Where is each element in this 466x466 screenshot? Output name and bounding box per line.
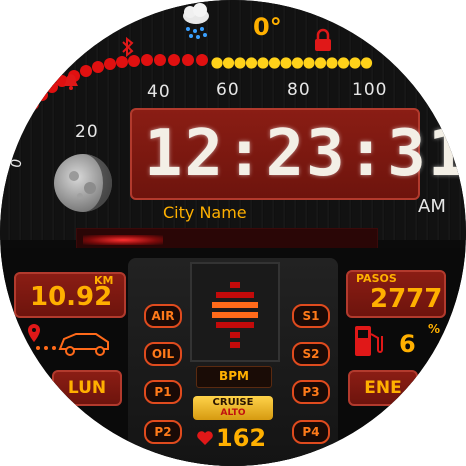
led-yellow-dot — [257, 57, 269, 69]
scale-20: 20 — [75, 122, 99, 142]
led-yellow-group — [211, 57, 373, 69]
led-red-dot — [5, 145, 15, 155]
bpm-panel: BPM — [196, 366, 272, 388]
led-yellow-dot — [303, 57, 315, 69]
led-red-dot — [80, 65, 92, 77]
month-panel: ENE — [348, 370, 418, 406]
time-display: 12:23:31 — [144, 117, 466, 191]
led-yellow-dot — [234, 57, 246, 69]
fuel-value: 6 — [399, 330, 416, 358]
p1-button[interactable]: P1 — [144, 380, 182, 404]
bpm-value: 162 — [216, 424, 267, 452]
led-yellow-dot — [349, 57, 361, 69]
led-yellow-dot — [222, 57, 235, 69]
watch-face: 0° 0 20 40 60 80 100 12:23:31 AM City Na… — [0, 0, 466, 466]
heart-icon — [197, 431, 213, 445]
day-label: LUN — [67, 378, 107, 398]
month-label: ENE — [364, 378, 402, 398]
led-yellow-dot — [326, 57, 338, 69]
moon-phase-icon — [54, 154, 112, 212]
alarm-bell-icon — [64, 74, 78, 90]
cruise-badge[interactable]: CRUISE ALTO — [193, 396, 273, 420]
steps-panel: PASOS 2777 — [346, 270, 446, 318]
led-yellow-dot — [291, 57, 304, 69]
led-yellow-dot — [268, 57, 281, 69]
time-panel: 12:23:31 — [130, 108, 466, 200]
led-red-dot — [14, 121, 24, 131]
bpm-label: BPM — [219, 369, 249, 383]
scale-60: 60 — [216, 80, 240, 100]
led-yellow-dot — [245, 57, 258, 69]
fuel-pump-icon — [355, 326, 383, 356]
led-yellow-dot — [360, 57, 373, 69]
led-yellow-dot — [314, 57, 327, 69]
led-red-dot — [36, 89, 48, 101]
distance-panel: KM 10.92 — [14, 272, 126, 318]
led-yellow-dot — [280, 57, 292, 69]
led-red-dot — [92, 61, 104, 73]
air-button[interactable]: AIR — [144, 304, 182, 328]
lock-icon — [315, 28, 331, 51]
led-yellow-dot — [337, 57, 350, 69]
led-red-dot — [27, 98, 39, 110]
cruise-label: CRUISE — [212, 397, 254, 408]
led-red-dot — [104, 58, 116, 70]
temperature: 0° — [253, 13, 282, 41]
scale-100: 100 — [352, 80, 388, 100]
led-red-dot — [21, 110, 31, 120]
s1-button[interactable]: S1 — [292, 304, 330, 328]
distance-value: 10.92 — [30, 282, 113, 312]
route-car-icon — [28, 324, 109, 356]
led-red-dot — [141, 54, 153, 66]
scale-40: 40 — [147, 82, 171, 102]
scale-80: 80 — [287, 80, 311, 100]
cruise-mode: ALTO — [220, 408, 246, 418]
fuel-unit: % — [428, 322, 441, 336]
day-panel: LUN — [52, 370, 122, 406]
led-red-dot — [182, 54, 194, 66]
oil-button[interactable]: OIL — [144, 342, 182, 366]
am-pm: AM — [418, 196, 446, 217]
led-red-dot — [46, 81, 58, 93]
p3-button[interactable]: P3 — [292, 380, 330, 404]
bluetooth-icon — [122, 36, 134, 58]
p2-button[interactable]: P2 — [144, 420, 182, 444]
p4-button[interactable]: P4 — [292, 420, 330, 444]
cloud-rain-icon — [183, 3, 209, 39]
s2-button[interactable]: S2 — [292, 342, 330, 366]
led-red-dot — [196, 54, 208, 66]
steps-value: 2777 — [370, 284, 443, 314]
voice-bargraph — [190, 262, 280, 362]
led-red-dot — [9, 133, 19, 143]
led-yellow-dot — [211, 57, 223, 69]
led-red-dot — [168, 54, 180, 66]
led-red-dot — [154, 54, 166, 66]
city-name: City Name — [163, 203, 247, 222]
